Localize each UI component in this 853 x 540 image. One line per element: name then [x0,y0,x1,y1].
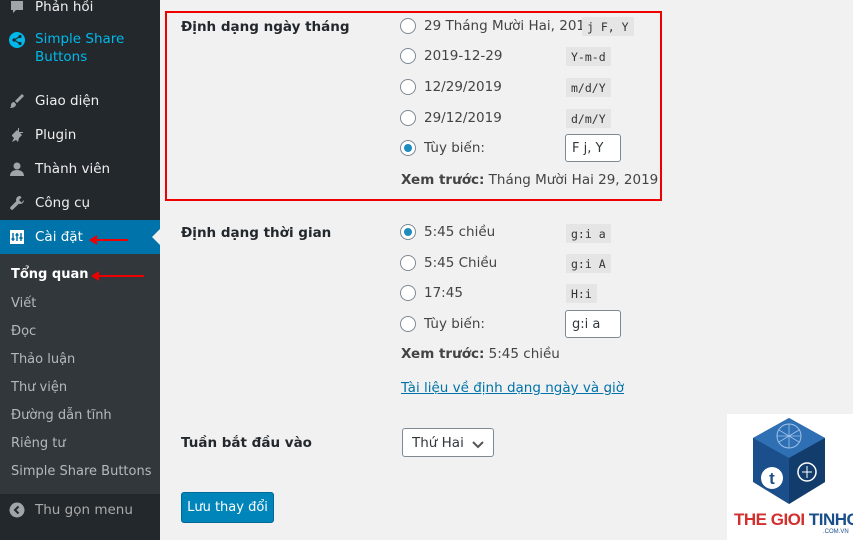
menu-item-label: Cài đặt [35,229,83,245]
menu-item-label: Thành viên [35,161,111,177]
doc-link-suffix: . [604,380,609,396]
time-format-option[interactable]: 5:45 Chiều [400,253,497,273]
admin-sidebar: Phản hồi Simple Share Buttons Giao diện … [0,0,160,540]
format-code: j F, Y [582,17,634,36]
date-format-radio[interactable] [400,18,416,34]
wrench-icon [8,194,26,212]
time-format-option-custom[interactable]: Tùy biến: [400,314,485,334]
menu-item-label: Công cụ [35,195,91,211]
date-format-preview: Xem trước: Tháng Mười Hai 29, 2019 [401,172,659,188]
week-start-label: Tuần bắt đầu vào [181,435,312,451]
collapse-menu-button[interactable]: Thu gọn menu [0,493,160,527]
collapse-arrow-icon [8,501,26,519]
menu-item-label: Phản hồi [35,0,94,15]
date-format-custom-input[interactable] [565,134,621,162]
menu-item-users[interactable]: Thành viên [0,152,160,186]
submenu-item-discussion[interactable]: Thảo luận [11,352,75,367]
menu-item-label: Plugin [35,127,77,143]
plugin-icon [8,126,26,144]
date-format-radio[interactable] [400,110,416,126]
time-format-radio-custom[interactable] [400,316,416,332]
comment-icon [8,0,26,16]
submenu-item-privacy[interactable]: Riêng tư [11,436,66,451]
submenu-item-media[interactable]: Thư viện [11,380,67,395]
save-changes-button[interactable]: Lưu thay đổi [181,492,274,523]
menu-item-feedback[interactable]: Phản hồi [0,0,160,24]
time-format-custom-input[interactable] [565,310,621,338]
current-menu-pointer [152,229,160,245]
time-format-option[interactable]: 17:45 [400,283,463,303]
menu-item-label: Giao diện [35,93,100,109]
time-format-label: Định dạng thời gian [181,225,332,241]
time-format-preview: Xem trước: 5:45 chiều [401,346,560,362]
svg-text:t: t [769,469,775,488]
time-format-radio[interactable] [400,285,416,301]
submenu-item-simple-share-buttons[interactable]: Simple Share Buttons [11,464,152,479]
format-code: m/d/Y [566,78,611,97]
submenu-item-permalinks[interactable]: Đường dẫn tĩnh [11,408,112,423]
brush-icon [8,92,26,110]
submenu-item-reading[interactable]: Đọc [11,324,36,339]
logo-cube-icon: t [753,418,825,504]
date-format-option[interactable]: 29 Tháng Mười Hai, 2019 [400,16,594,36]
date-time-docs-link[interactable]: Tài liệu về định dạng ngày và giờ [401,380,624,396]
date-format-label: Định dạng ngày tháng [181,19,350,35]
menu-item-settings[interactable]: Cài đặt [0,220,160,254]
annotation-arrow-general [91,271,144,281]
settings-icon [8,228,26,246]
menu-item-simple-share-buttons[interactable]: Simple Share Buttons [0,24,160,72]
format-code: g:i A [566,254,611,273]
date-format-option[interactable]: 2019-12-29 [400,46,502,66]
site-logo: t THE GIOI TINHOC .COM.VN [727,414,853,540]
logo-domain: .COM.VN [823,529,849,535]
week-start-select[interactable]: Thứ Hai [402,428,494,457]
chevron-down-icon [472,438,484,454]
week-start-value: Thứ Hai [412,434,464,451]
user-icon [8,160,26,178]
menu-item-appearance[interactable]: Giao diện [0,84,160,118]
submenu-item-general[interactable]: Tổng quan [11,267,88,282]
share-icon [8,31,26,49]
format-code: H:i [566,284,597,303]
logo-wordmark: THE GIOI TINHOC [734,510,853,529]
date-format-radio[interactable] [400,48,416,64]
date-format-option-custom[interactable]: Tùy biến: [400,138,485,158]
time-format-option[interactable]: 5:45 chiều [400,222,495,242]
menu-item-plugins[interactable]: Plugin [0,118,160,152]
time-format-radio[interactable] [400,255,416,271]
menu-item-label: Simple Share Buttons [35,31,125,65]
format-code: Y-m-d [566,47,611,66]
format-code: d/m/Y [566,109,611,128]
submenu-item-writing[interactable]: Viết [11,296,36,311]
date-format-option[interactable]: 12/29/2019 [400,77,502,97]
date-format-option[interactable]: 29/12/2019 [400,108,502,128]
date-format-radio[interactable] [400,79,416,95]
collapse-menu-label: Thu gọn menu [35,502,133,518]
annotation-arrow-settings [89,235,128,245]
time-format-radio[interactable] [400,224,416,240]
format-code: g:i a [566,224,611,243]
menu-item-tools[interactable]: Công cụ [0,186,160,220]
settings-submenu: Tổng quan Viết Đọc Thảo luận Thư viện Đư… [0,254,160,494]
date-format-radio-custom[interactable] [400,140,416,156]
